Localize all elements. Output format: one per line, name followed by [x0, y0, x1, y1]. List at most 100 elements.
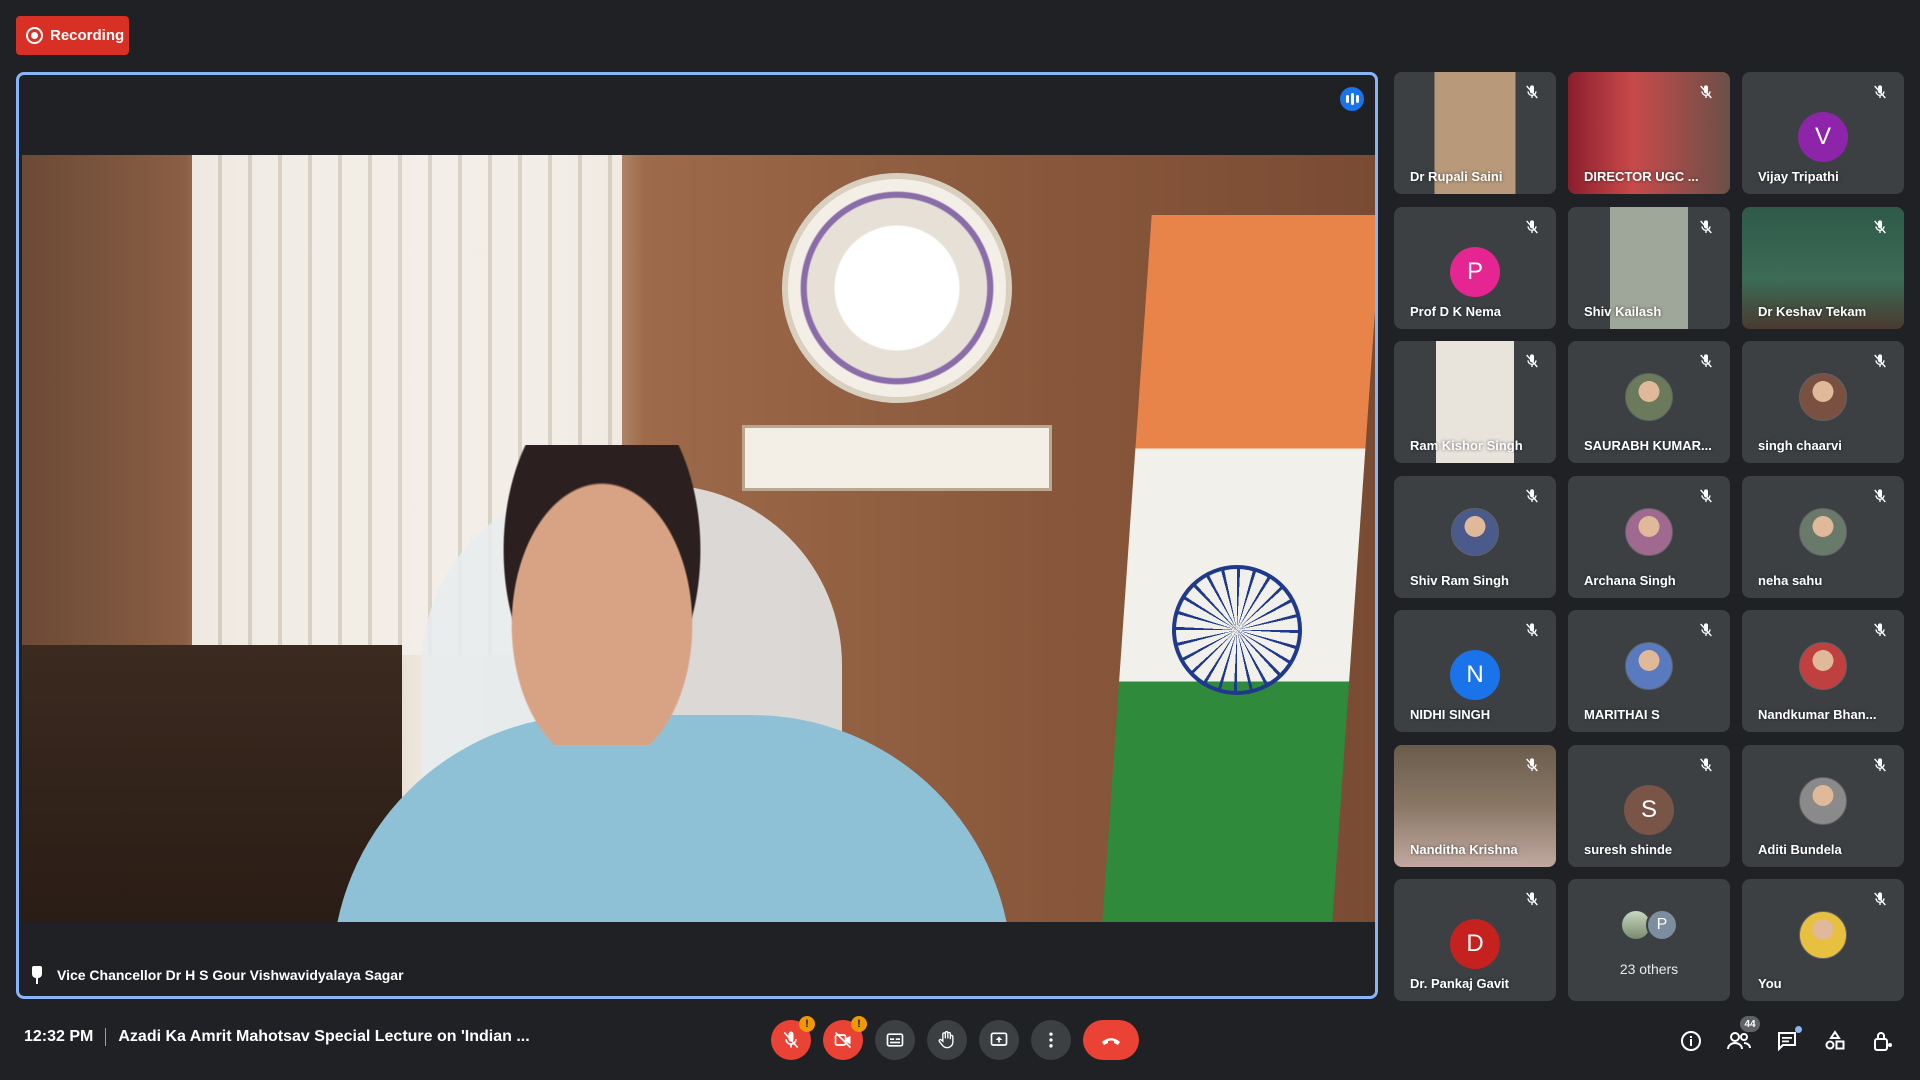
- pin-icon[interactable]: [29, 966, 45, 984]
- participant-name: Shiv Kailash: [1584, 303, 1662, 319]
- participant-tile[interactable]: neha sahu: [1742, 475, 1904, 598]
- participant-tile[interactable]: V Vijay Tripathi: [1742, 72, 1904, 194]
- mic-warning-badge: !: [799, 1016, 815, 1032]
- mic-off-icon: [1524, 353, 1540, 369]
- host-controls-button[interactable]: [1870, 1028, 1896, 1054]
- captions-icon: [886, 1033, 904, 1047]
- participant-name: Prof D K Nema: [1410, 303, 1502, 319]
- participant-tile[interactable]: D Dr. Pankaj Gavit: [1394, 879, 1556, 1001]
- mic-off-icon: [1872, 757, 1888, 773]
- mic-off-icon: [1872, 353, 1888, 369]
- speaker-head: [487, 445, 717, 745]
- mic-off-icon: [1698, 757, 1714, 773]
- participant-tile[interactable]: Shiv Kailash: [1568, 206, 1730, 329]
- hang-up-icon: [1102, 1038, 1120, 1045]
- others-avatars: P: [1568, 909, 1730, 941]
- chat-icon: [1778, 1032, 1796, 1052]
- chat-button[interactable]: [1774, 1026, 1802, 1054]
- participant-name: Dr Keshav Tekam: [1758, 303, 1867, 319]
- main-speaker-tile[interactable]: Vice Chancellor Dr H S Gour Vishwavidyal…: [16, 72, 1378, 999]
- speaker-video: [22, 155, 1375, 922]
- speaking-indicator-icon: [1340, 87, 1364, 111]
- lock-person-icon: [1874, 1032, 1892, 1051]
- flag-chakra: [1172, 565, 1302, 695]
- participant-tile[interactable]: Nandkumar Bhan...: [1742, 610, 1904, 732]
- participant-tile[interactable]: MARITHAI S: [1568, 610, 1730, 732]
- participant-avatar: [1625, 373, 1673, 421]
- participant-name: Nanditha Krishna: [1410, 841, 1518, 857]
- main-speaker-name: Vice Chancellor Dr H S Gour Vishwavidyal…: [57, 967, 404, 983]
- participant-avatar: [1799, 642, 1847, 690]
- mic-off-icon: [1698, 353, 1714, 369]
- present-screen-button[interactable]: [979, 1020, 1019, 1060]
- present-icon: [990, 1032, 1008, 1046]
- participant-tile[interactable]: DIRECTOR UGC ...: [1568, 72, 1730, 194]
- camera-toggle-button[interactable]: !: [823, 1016, 867, 1060]
- participant-tile[interactable]: Dr Rupali Saini: [1394, 72, 1556, 194]
- participant-tile[interactable]: singh chaarvi: [1742, 341, 1904, 463]
- participant-avatar: [1799, 373, 1847, 421]
- participant-tile[interactable]: Ram Kishor Singh: [1394, 341, 1556, 463]
- captions-button[interactable]: [875, 1020, 915, 1060]
- participant-avatar: S: [1624, 784, 1674, 835]
- mic-off-icon: [1698, 622, 1714, 638]
- participant-tile[interactable]: Aditi Bundela: [1742, 744, 1904, 867]
- mic-off-icon: [1524, 84, 1540, 100]
- participant-tile[interactable]: P Prof D K Nema: [1394, 206, 1556, 329]
- call-controls: ! !: [771, 1016, 1139, 1060]
- participant-name: Dr. Pankaj Gavit: [1410, 976, 1509, 991]
- divider: [105, 1028, 107, 1046]
- participant-name: NIDHI SINGH: [1410, 707, 1491, 722]
- mic-off-icon: [1872, 891, 1888, 907]
- participant-tile[interactable]: Ssuresh shinde: [1568, 744, 1730, 867]
- participant-tile[interactable]: Nanditha Krishna: [1394, 744, 1556, 867]
- meeting-title: Azadi Ka Amrit Mahotsav Special Lecture …: [118, 1028, 530, 1045]
- record-icon: [26, 27, 43, 44]
- participant-name: Nandkumar Bhan...: [1758, 707, 1877, 722]
- participant-tile[interactable]: Archana Singh: [1568, 475, 1730, 598]
- participant-tile[interactable]: You: [1742, 879, 1904, 1001]
- more-vert-icon: [1049, 1032, 1053, 1048]
- mic-off-icon: [783, 1031, 799, 1049]
- participant-tile[interactable]: Dr Keshav Tekam: [1742, 206, 1904, 329]
- main-speaker-label: Vice Chancellor Dr H S Gour Vishwavidyal…: [29, 966, 404, 984]
- bottom-bar: 12:32 PM Azadi Ka Amrit Mahotsav Special…: [0, 1004, 1920, 1080]
- people-button[interactable]: 44: [1726, 1016, 1760, 1054]
- participant-avatar: D: [1450, 919, 1500, 969]
- participant-avatar: [1451, 507, 1499, 556]
- mic-off-icon: [1872, 219, 1888, 235]
- participant-name: Shiv Ram Singh: [1410, 572, 1509, 588]
- mic-off-icon: [1872, 622, 1888, 638]
- participant-tile[interactable]: SAURABH KUMAR...: [1568, 341, 1730, 463]
- meeting-info[interactable]: 12:32 PM Azadi Ka Amrit Mahotsav Special…: [24, 1028, 530, 1046]
- participant-name: You: [1758, 976, 1782, 991]
- side-panel-controls: 44: [1678, 1016, 1896, 1054]
- meeting-details-button[interactable]: [1678, 1028, 1704, 1054]
- raise-hand-button[interactable]: [927, 1020, 967, 1060]
- others-label: 23 others: [1619, 961, 1679, 977]
- camera-off-icon: [834, 1031, 852, 1049]
- leave-call-button[interactable]: [1083, 1020, 1139, 1060]
- camera-warning-badge: !: [851, 1016, 867, 1032]
- participant-avatar: [1625, 642, 1673, 690]
- mic-off-icon: [1524, 622, 1540, 638]
- participant-avatar: N: [1450, 650, 1500, 700]
- mic-off-icon: [1524, 488, 1540, 504]
- participant-avatar: [1799, 507, 1847, 556]
- recording-indicator[interactable]: Recording: [16, 16, 129, 55]
- participant-tile[interactable]: Shiv Ram Singh: [1394, 475, 1556, 598]
- info-icon: [1681, 1031, 1701, 1051]
- mic-toggle-button[interactable]: !: [771, 1016, 815, 1060]
- mic-off-icon: [1872, 84, 1888, 100]
- activities-button[interactable]: [1822, 1028, 1848, 1054]
- participant-name: suresh shinde: [1584, 841, 1673, 857]
- mic-off-icon: [1698, 219, 1714, 235]
- people-icon: [1727, 1032, 1751, 1050]
- mic-off-icon: [1698, 488, 1714, 504]
- mic-off-icon: [1698, 84, 1714, 100]
- participant-name: Vijay Tripathi: [1758, 169, 1839, 184]
- participant-tile[interactable]: N NIDHI SINGH: [1394, 610, 1556, 732]
- participant-name: Aditi Bundela: [1758, 841, 1842, 857]
- participant-tile[interactable]: P 23 others: [1568, 879, 1730, 1001]
- more-options-button[interactable]: [1031, 1020, 1071, 1060]
